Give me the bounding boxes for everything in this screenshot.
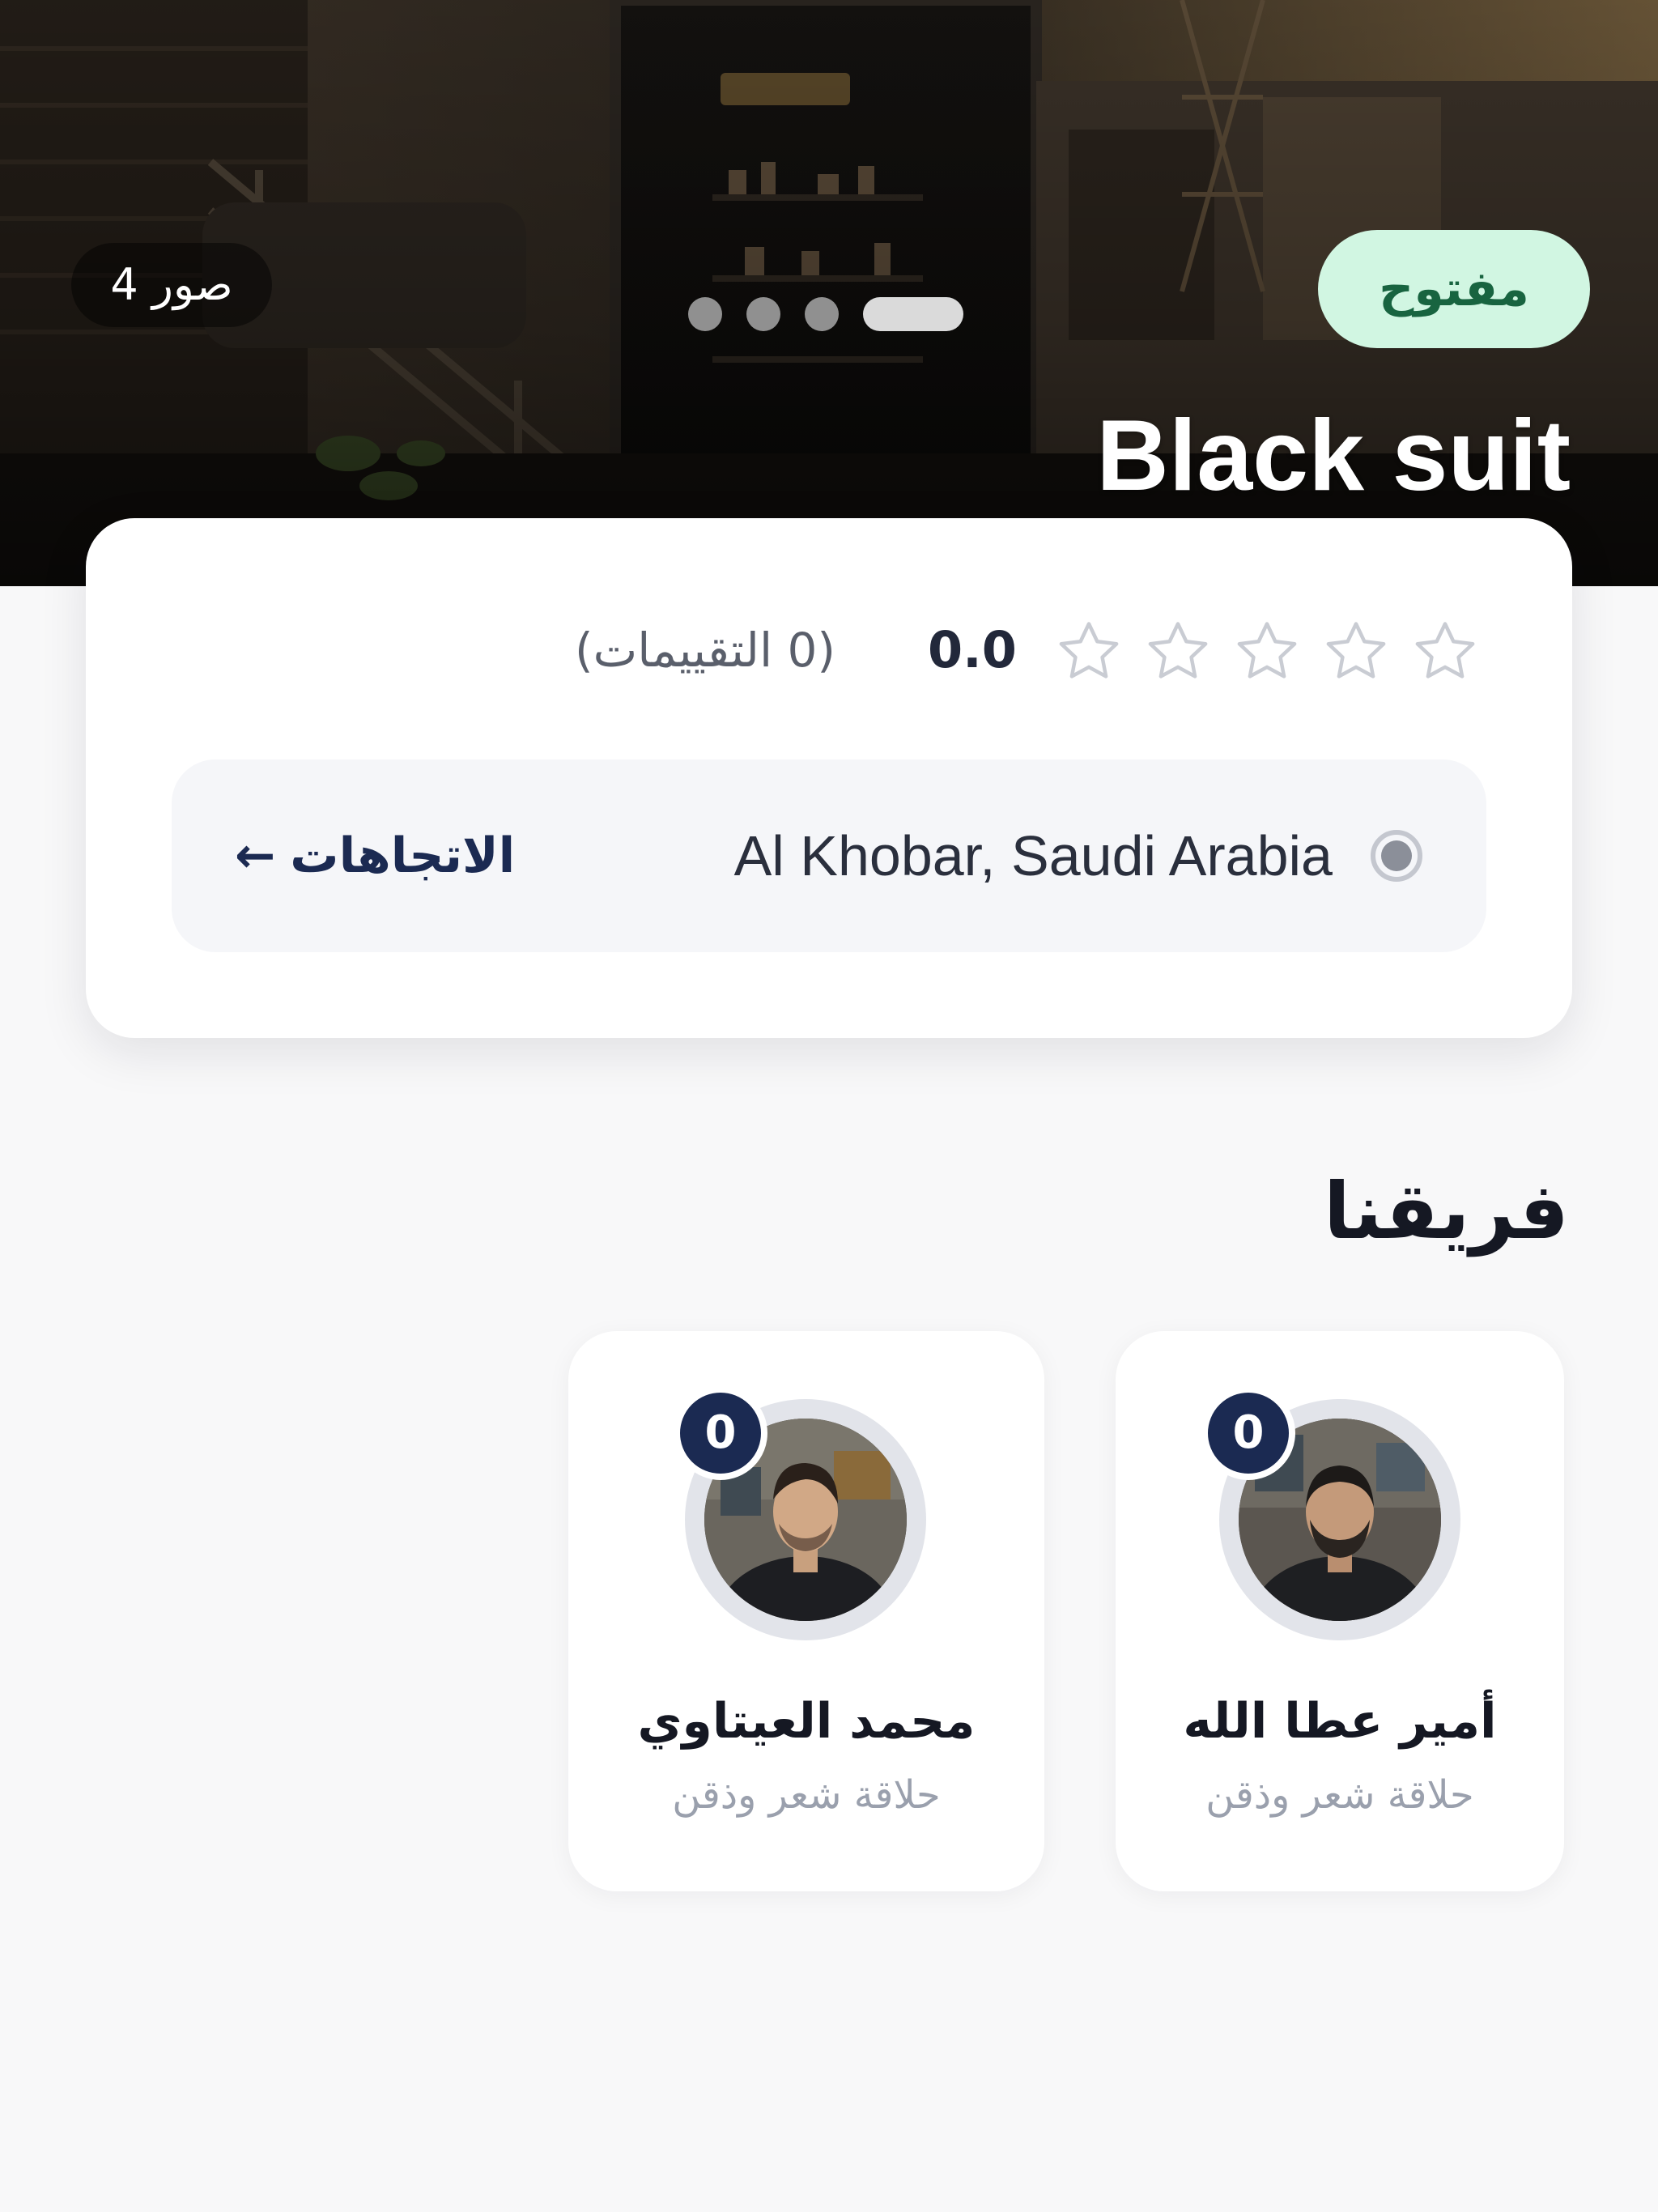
carousel-dot[interactable] (746, 297, 780, 331)
carousel-dot[interactable] (688, 297, 722, 331)
team-member-card[interactable]: 0 أمير عطا الله حلاقة شعر وذقن (1116, 1331, 1564, 1891)
shop-name: Black suit (1096, 400, 1571, 512)
directions-button[interactable]: ← الاتجاهات (235, 816, 515, 895)
rating-value: 0.0 (928, 620, 1017, 679)
member-count-badge: 0 (674, 1386, 767, 1480)
arrow-left-icon: ← (235, 827, 276, 884)
star-outline-icon (1141, 615, 1214, 688)
star-outline-icon (1231, 615, 1303, 688)
star-outline-icon (1320, 615, 1392, 688)
location-row: Al Khobar, Saudi Arabia ← الاتجاهات (172, 759, 1486, 952)
location-text: Al Khobar, Saudi Arabia (733, 824, 1333, 887)
star-outline-icon (1052, 615, 1125, 688)
open-status-badge: مفتوح (1318, 230, 1590, 348)
rating-stars[interactable] (1036, 615, 1482, 688)
rating-count[interactable]: (0 التقييمات) (575, 614, 835, 687)
carousel-dot-active[interactable] (863, 297, 963, 331)
member-role: حلاقة شعر وذقن (672, 1772, 941, 1818)
location-dot-icon (1370, 829, 1423, 883)
carousel-dots (688, 297, 963, 331)
member-name: أمير عطا الله (1183, 1693, 1497, 1750)
hero-image[interactable]: 4 صور مفتوح Black suit (0, 0, 1658, 586)
member-name: محمد العيتاوي (637, 1693, 976, 1750)
shop-info-card: 0.0 (0 التقييمات) Al Khobar, Saudi Arabi… (86, 518, 1572, 1038)
photo-count-badge[interactable]: 4 صور (71, 243, 272, 327)
star-outline-icon (1409, 615, 1482, 688)
member-role: حلاقة شعر وذقن (1205, 1772, 1474, 1818)
directions-label: الاتجاهات (290, 827, 516, 884)
team-section-title: فريقنا (1324, 1166, 1569, 1257)
team-member-card[interactable]: 0 محمد العيتاوي حلاقة شعر وذقن (568, 1331, 1044, 1891)
member-count-badge: 0 (1201, 1386, 1295, 1480)
carousel-dot[interactable] (805, 297, 839, 331)
